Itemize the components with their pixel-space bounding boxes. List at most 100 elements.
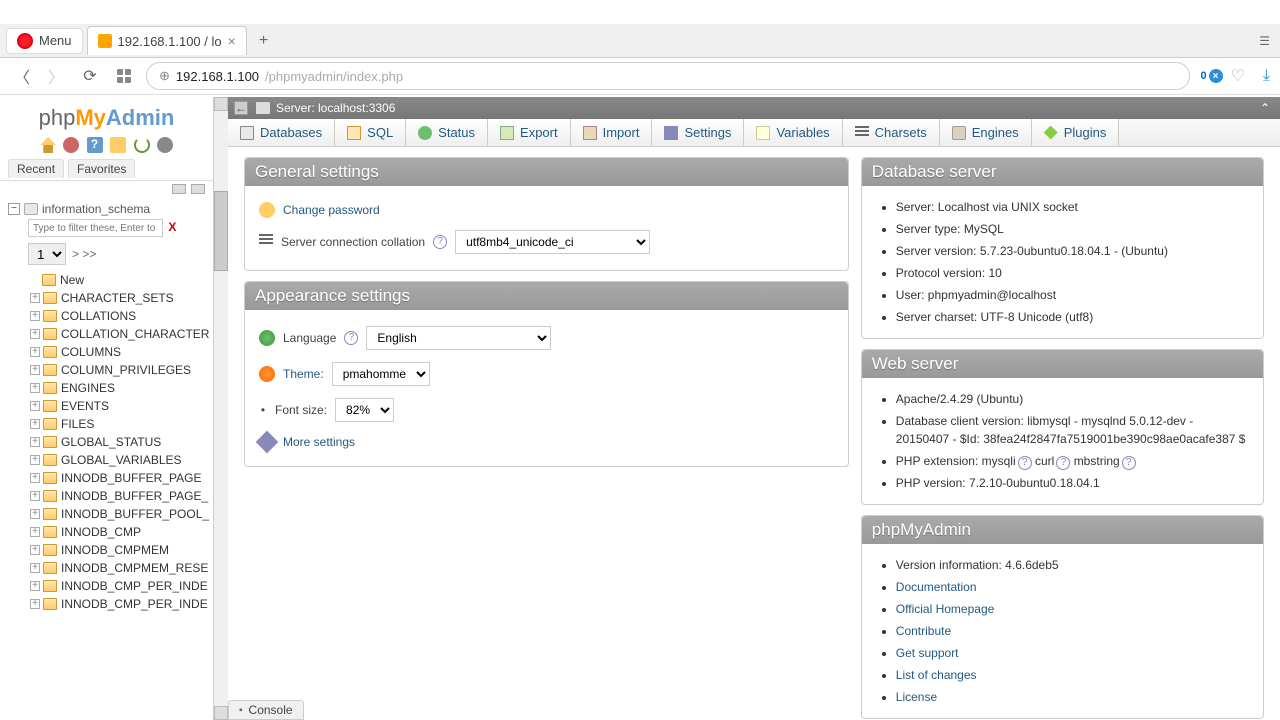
sql-doc-icon[interactable] <box>110 137 126 153</box>
collation-select[interactable]: utf8mb4_unicode_ci <box>455 230 650 254</box>
nav-settings-icon[interactable] <box>157 137 173 153</box>
doc-icon[interactable]: ? <box>1122 456 1136 470</box>
pma-link[interactable]: Contribute <box>896 624 951 638</box>
expand-table-icon[interactable]: + <box>30 527 40 537</box>
speed-dial-button[interactable] <box>112 64 136 88</box>
table-link[interactable]: INNODB_BUFFER_PAGE <box>61 471 201 485</box>
expand-table-icon[interactable]: + <box>30 329 40 339</box>
theme-select[interactable]: pmahomme <box>332 362 430 386</box>
bookmark-heart-icon[interactable]: ♡ <box>1231 66 1245 86</box>
change-password-link[interactable]: Change password <box>283 203 380 217</box>
collapse-tree-icon[interactable] <box>172 184 186 194</box>
doc-icon[interactable]: ? <box>1018 456 1032 470</box>
console-toggle[interactable]: ▪ Console <box>228 700 304 720</box>
table-link[interactable]: COLUMNS <box>61 345 121 359</box>
page-select[interactable]: 1 <box>28 243 66 265</box>
table-link[interactable]: INNODB_BUFFER_POOL_ <box>61 507 209 521</box>
browser-tab[interactable]: 192.168.1.100 / lo × <box>87 26 247 55</box>
link-tree-icon[interactable] <box>191 184 205 194</box>
table-link[interactable]: ENGINES <box>61 381 115 395</box>
help-icon[interactable]: ? <box>433 235 447 249</box>
home-icon[interactable] <box>40 137 56 153</box>
logout-icon[interactable] <box>63 137 79 153</box>
expand-table-icon[interactable]: + <box>30 419 40 429</box>
table-filter-input[interactable] <box>28 219 163 237</box>
fontsize-select[interactable]: 82% <box>335 398 394 422</box>
more-settings-link[interactable]: More settings <box>283 435 355 449</box>
table-link[interactable]: GLOBAL_STATUS <box>61 435 161 449</box>
topmenu-status[interactable]: Status <box>406 119 488 146</box>
pma-link[interactable]: List of changes <box>896 668 977 682</box>
topmenu-export[interactable]: Export <box>488 119 571 146</box>
page-settings-icon[interactable]: ⌃ <box>1260 101 1274 115</box>
expand-table-icon[interactable]: + <box>30 293 40 303</box>
help-icon[interactable]: ? <box>344 331 358 345</box>
table-link[interactable]: INNODB_CMP_PER_INDE <box>61 597 208 611</box>
server-breadcrumb[interactable]: Server: localhost:3306 <box>276 101 395 115</box>
sidebar-scrollbar[interactable] <box>214 97 228 720</box>
database-name[interactable]: information_schema <box>42 202 150 216</box>
expand-table-icon[interactable]: + <box>30 491 40 501</box>
expand-table-icon[interactable]: + <box>30 473 40 483</box>
pma-logo[interactable]: phpMyAdmin <box>0 97 213 135</box>
adblock-badge[interactable]: 0 × <box>1200 69 1222 83</box>
expand-table-icon[interactable]: + <box>30 365 40 375</box>
topmenu-sql[interactable]: SQL <box>335 119 406 146</box>
theme-label[interactable]: Theme: <box>283 367 324 381</box>
expand-table-icon[interactable]: + <box>30 383 40 393</box>
nav-collapse-button[interactable]: ← <box>234 101 248 115</box>
filter-clear-button[interactable]: X <box>168 220 176 234</box>
table-link[interactable]: INNODB_CMP <box>61 525 141 539</box>
expand-table-icon[interactable]: + <box>30 311 40 321</box>
table-link[interactable]: EVENTS <box>61 399 109 413</box>
topmenu-plugins[interactable]: Plugins <box>1032 119 1120 146</box>
downloads-button[interactable]: ⤓ <box>1263 67 1270 85</box>
table-link[interactable]: COLLATIONS <box>61 309 136 323</box>
expand-table-icon[interactable]: + <box>30 545 40 555</box>
table-link[interactable]: FILES <box>61 417 94 431</box>
table-link[interactable]: INNODB_CMP_PER_INDE <box>61 579 208 593</box>
recent-tab[interactable]: Recent <box>8 159 64 178</box>
expand-table-icon[interactable]: + <box>30 437 40 447</box>
table-link[interactable]: COLUMN_PRIVILEGES <box>61 363 191 377</box>
table-link[interactable]: INNODB_CMPMEM_RESE <box>61 561 208 575</box>
topmenu-engines[interactable]: Engines <box>940 119 1032 146</box>
pma-link[interactable]: License <box>896 690 937 704</box>
expand-table-icon[interactable]: + <box>30 347 40 357</box>
address-bar[interactable]: ⊕ 192.168.1.100/phpmyadmin/index.php <box>146 62 1190 90</box>
reload-button[interactable]: ⟳ <box>78 64 102 88</box>
expand-table-icon[interactable]: + <box>30 563 40 573</box>
pma-link[interactable]: Get support <box>896 646 959 660</box>
language-select[interactable]: English <box>366 326 551 350</box>
expand-table-icon[interactable]: + <box>30 401 40 411</box>
tab-close-button[interactable]: × <box>228 33 236 49</box>
db-collapse-toggle[interactable]: − <box>8 203 20 215</box>
table-link[interactable]: INNODB_BUFFER_PAGE_ <box>61 489 208 503</box>
new-table-icon <box>42 274 56 286</box>
reload-nav-icon[interactable] <box>134 137 150 153</box>
new-table-link[interactable]: New <box>60 273 84 287</box>
doc-icon[interactable]: ? <box>1056 456 1070 470</box>
pma-link[interactable]: Documentation <box>896 580 977 594</box>
docs-icon[interactable] <box>87 137 103 153</box>
expand-table-icon[interactable]: + <box>30 455 40 465</box>
expand-table-icon[interactable]: + <box>30 599 40 609</box>
page-next-button[interactable]: > >> <box>72 247 96 261</box>
new-tab-button[interactable]: + <box>251 28 276 54</box>
favorites-tab[interactable]: Favorites <box>68 159 135 178</box>
back-button[interactable]: 〈 <box>10 64 34 88</box>
topmenu-variables[interactable]: Variables <box>744 119 842 146</box>
table-link[interactable]: INNODB_CMPMEM <box>61 543 169 557</box>
tabs-menu-icon[interactable]: ☰ <box>1259 34 1270 48</box>
topmenu-import[interactable]: Import <box>571 119 653 146</box>
topmenu-databases[interactable]: Databases <box>228 119 335 146</box>
table-link[interactable]: GLOBAL_VARIABLES <box>61 453 182 467</box>
pma-link[interactable]: Official Homepage <box>896 602 995 616</box>
table-link[interactable]: COLLATION_CHARACTER <box>61 327 209 341</box>
topmenu-charsets[interactable]: Charsets <box>843 119 940 146</box>
expand-table-icon[interactable]: + <box>30 509 40 519</box>
topmenu-settings[interactable]: Settings <box>652 119 744 146</box>
table-link[interactable]: CHARACTER_SETS <box>61 291 174 305</box>
expand-table-icon[interactable]: + <box>30 581 40 591</box>
browser-menu-button[interactable]: Menu <box>6 28 83 54</box>
